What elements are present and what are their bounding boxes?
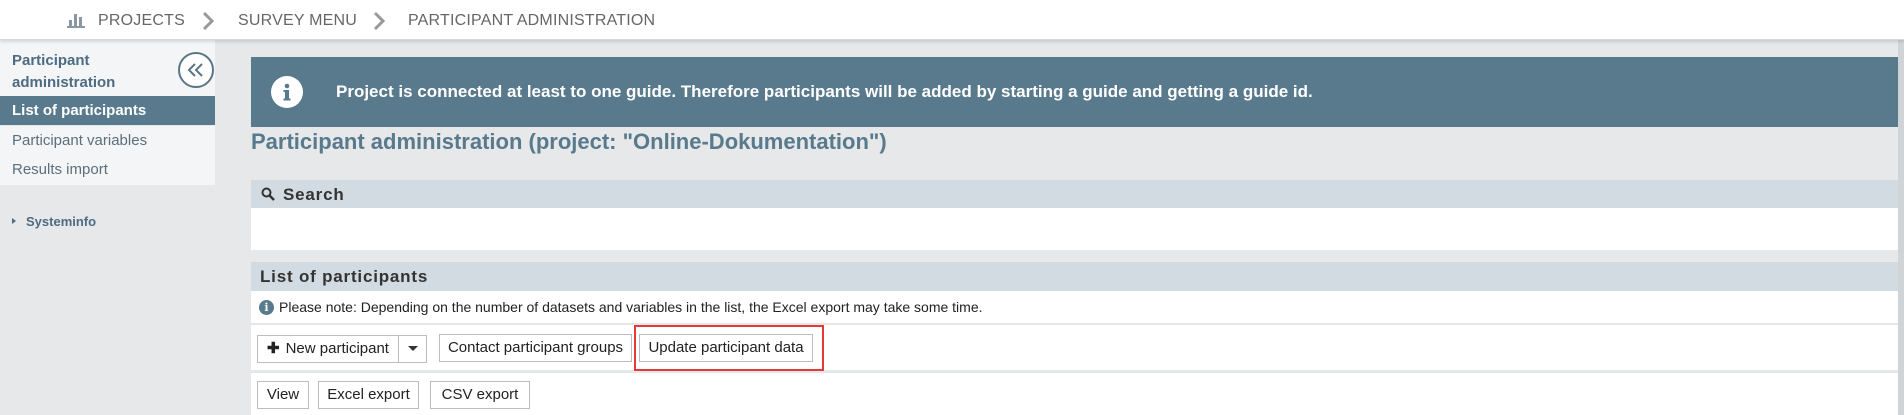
info-banner: Project is connected at least to one gui… <box>251 57 1898 127</box>
chevron-right-icon <box>373 11 386 31</box>
breadcrumb-projects[interactable]: PROJECTS <box>98 0 185 40</box>
list-panel-title: List of participants <box>260 267 429 286</box>
csv-export-button[interactable]: CSV export <box>430 381 530 409</box>
search-panel-title: Search <box>283 185 345 204</box>
sidebar-title: Participant administration <box>12 52 116 91</box>
breadcrumb-participant-administration[interactable]: PARTICIPANT ADMINISTRATION <box>408 0 655 40</box>
sidebar-item-results-import[interactable]: Results import <box>0 155 215 185</box>
search-icon <box>261 187 275 201</box>
search-panel-body <box>251 208 1898 250</box>
scrollbar[interactable] <box>1898 40 1904 415</box>
info-icon <box>271 76 303 108</box>
highlight-box <box>634 325 824 371</box>
top-navigation-bar: PROJECTS SURVEY MENU PARTICIPANT ADMINIS… <box>0 0 1904 40</box>
systeminfo-label: Systeminfo <box>26 214 97 229</box>
bar-chart-icon <box>67 14 85 28</box>
double-chevron-left-icon <box>187 63 203 77</box>
contact-participant-groups-button[interactable]: Contact participant groups <box>439 334 632 362</box>
info-banner-text: Project is connected at least to one gui… <box>336 82 1313 101</box>
sidebar: Participant administration List of parti… <box>0 40 215 415</box>
plus-icon: ✚ <box>267 340 280 357</box>
page-title: Participant administration (project: "On… <box>251 129 887 154</box>
sidebar-header: Participant administration <box>0 40 215 96</box>
collapse-sidebar-button[interactable] <box>178 52 214 88</box>
sidebar-item-participant-variables[interactable]: Participant variables <box>0 126 215 155</box>
view-button[interactable]: View <box>257 381 309 409</box>
search-panel-header[interactable]: Search <box>251 180 1898 208</box>
chevron-right-icon <box>202 11 215 31</box>
new-participant-button[interactable]: ✚ New participant <box>257 335 399 363</box>
new-participant-label: New participant <box>285 340 389 357</box>
action-button-row: ✚ New participant Contact participant gro… <box>251 325 1898 370</box>
export-note-text: Please note: Depending on the number of … <box>279 299 983 315</box>
triangle-right-icon <box>12 218 16 224</box>
list-panel-header: List of participants <box>251 262 1898 291</box>
sidebar-item-systeminfo[interactable]: Systeminfo <box>12 214 96 230</box>
caret-down-icon <box>407 346 418 351</box>
new-participant-dropdown-button[interactable] <box>398 335 427 363</box>
export-button-row: View Excel export CSV export <box>251 372 1898 415</box>
breadcrumb-survey-menu[interactable]: SURVEY MENU <box>238 0 357 40</box>
excel-export-button[interactable]: Excel export <box>318 381 419 409</box>
info-icon: i <box>259 300 274 315</box>
sidebar-item-list-of-participants[interactable]: List of participants <box>0 96 215 125</box>
export-note: i Please note: Depending on the number o… <box>251 291 1898 324</box>
